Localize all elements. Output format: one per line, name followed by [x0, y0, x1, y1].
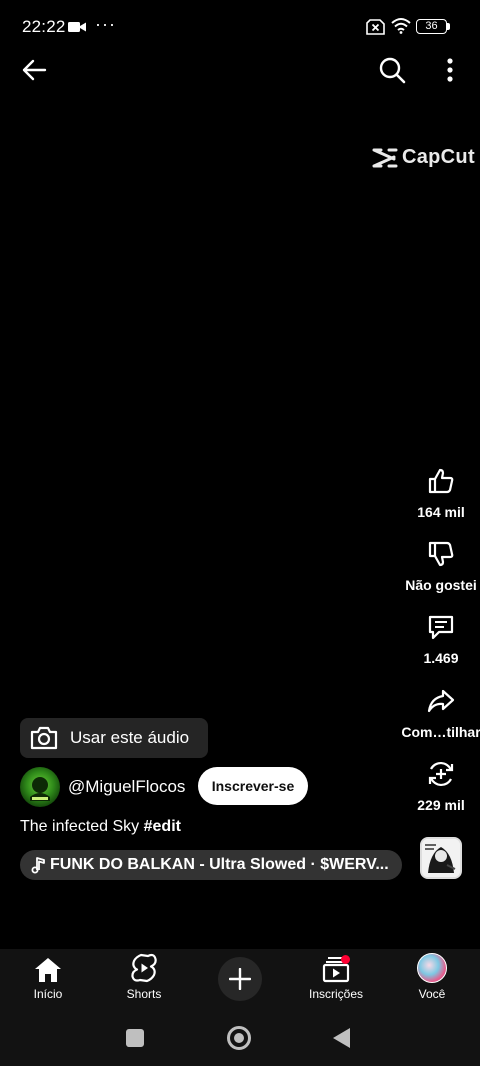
video-title[interactable]: The infected Sky #edit [20, 818, 181, 836]
system-home-dot [234, 1033, 244, 1043]
share-label: Com…tilhar [401, 724, 480, 740]
battery-indicator: 36 [416, 19, 447, 34]
video-title-text: The infected Sky [20, 818, 144, 835]
video-camera-status-icon [68, 20, 86, 38]
system-back-button[interactable] [333, 1028, 350, 1048]
shorts-icon [131, 953, 157, 983]
more-options-button[interactable] [434, 52, 466, 88]
thumb-up-icon [428, 468, 454, 494]
system-home-button[interactable] [227, 1026, 251, 1050]
use-audio-label: Usar este áudio [70, 728, 190, 747]
wifi-icon [391, 17, 411, 39]
capcut-watermark: CapCut [372, 146, 475, 169]
back-button[interactable] [16, 52, 52, 88]
recents-button[interactable] [126, 1029, 144, 1047]
like-count: 164 mil [417, 504, 465, 520]
battery-tip [447, 23, 450, 30]
nav-home[interactable]: Início [0, 949, 96, 1013]
bottom-navigation: Início Shorts Inscrições Você [0, 949, 480, 1013]
back-arrow-icon [22, 59, 47, 81]
comment-icon [428, 615, 454, 640]
status-more-dots: ··· [95, 14, 116, 34]
capcut-watermark-text: CapCut [402, 146, 475, 168]
nav-shorts-label: Shorts [126, 987, 162, 1001]
like-button[interactable]: 164 mil [396, 464, 480, 520]
nav-home-label: Início [33, 987, 63, 1001]
comment-count: 1.469 [423, 650, 459, 666]
capcut-logo-icon [372, 148, 398, 167]
remix-count: 229 mil [417, 797, 465, 813]
nav-subscriptions[interactable]: Inscrições [288, 949, 384, 1013]
sound-thumbnail[interactable] [420, 837, 462, 879]
share-icon [427, 689, 455, 713]
status-time: 22:22 [22, 17, 66, 36]
no-sim-icon [366, 19, 385, 40]
dislike-label: Não gostei [405, 577, 477, 593]
music-note-icon [31, 857, 45, 874]
nav-create[interactable] [192, 949, 288, 1013]
thumb-down-icon [428, 541, 454, 567]
channel-avatar[interactable] [20, 767, 60, 807]
more-vert-icon [447, 58, 453, 82]
user-avatar [417, 953, 447, 983]
remix-icon [428, 761, 454, 787]
nav-you[interactable]: Você [384, 949, 480, 1013]
search-icon [379, 57, 406, 84]
home-icon [35, 958, 61, 982]
comments-button[interactable]: 1.469 [396, 610, 480, 666]
dislike-button[interactable]: Não gostei [396, 537, 480, 593]
battery-level: 36 [425, 20, 438, 32]
new-content-dot [341, 955, 350, 964]
search-button[interactable] [374, 52, 410, 88]
remix-button[interactable]: 229 mil [396, 757, 480, 813]
subscribe-button[interactable]: Inscrever-se [198, 767, 308, 805]
music-pill[interactable]: FUNK DO BALKAN - Ultra Slowed · $WERV... [20, 850, 402, 880]
camera-icon [30, 726, 58, 750]
nav-shorts[interactable]: Shorts [96, 949, 192, 1013]
share-button[interactable]: Com…tilhar [396, 684, 480, 740]
nav-subscriptions-label: Inscrições [308, 987, 364, 1001]
use-this-audio-button[interactable]: Usar este áudio [20, 718, 208, 758]
plus-icon [229, 968, 251, 990]
video-hashtag[interactable]: #edit [144, 818, 181, 835]
music-label: FUNK DO BALKAN - Ultra Slowed · $WERV... [50, 856, 389, 873]
channel-name[interactable]: @MiguelFlocos [68, 777, 185, 797]
create-button[interactable] [218, 957, 262, 1001]
nav-you-label: Você [418, 987, 446, 1001]
